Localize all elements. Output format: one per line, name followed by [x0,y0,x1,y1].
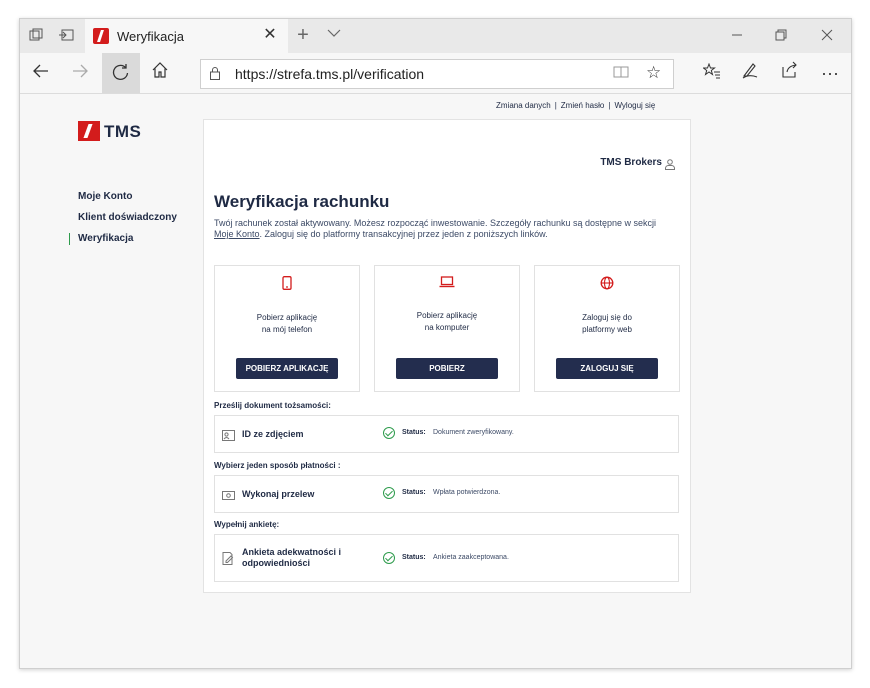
option-card-phone: Pobierz aplikację na mój telefon POBIERZ… [214,265,360,392]
share-icon[interactable] [778,61,802,85]
status-label: Status: [402,429,426,436]
notes-pen-icon[interactable] [738,61,762,85]
tms-favicon-icon [93,28,109,44]
description-text: Twój rachunek został aktywowany. Możesz … [214,218,657,228]
page-title: Weryfikacja rachunku [214,192,390,211]
tab-title: Weryfikacja [117,29,184,44]
sidebar-item-moje-konto[interactable]: Moje Konto [78,191,132,202]
status-row-survey: Ankieta adekwatności i odpowiedniości St… [214,534,679,582]
refresh-icon [112,63,130,86]
top-navigation: Zmiana danych | Zmień hasło | Wyloguj się [492,101,659,110]
verification-card: TMS Brokers Weryfikacja rachunku Twój ra… [203,119,691,593]
user-name[interactable]: TMS Brokers [600,157,662,168]
favorite-star-icon[interactable]: ☆ [646,63,661,83]
minimize-icon[interactable] [728,27,746,45]
option-card-web: Zaloguj się do platformy web ZALOGUJ SIĘ [534,265,680,392]
login-web-platform-button[interactable]: ZALOGUJ SIĘ [556,358,658,379]
home-icon[interactable] [148,61,172,85]
check-circle-icon [383,487,395,499]
check-circle-icon [383,427,395,439]
download-desktop-app-button[interactable]: POBIERZ [396,358,498,379]
description-text-end: . Zaloguj się do platformy transakcyjnej… [259,229,548,239]
section-label-payment: Wybierz jeden sposób płatności : [214,461,341,470]
brand-name: TMS [104,122,142,141]
status-label: Status: [402,554,426,561]
link-zmiana-danych[interactable]: Zmiana danych [496,101,551,110]
download-mobile-app-button[interactable]: POBIERZ APLIKACJĘ [236,358,338,379]
option-text-line2: platformy web [582,325,632,334]
more-menu-icon[interactable]: ··· [818,61,842,85]
status-value: Dokument zweryfikowany. [433,429,514,436]
phone-icon [279,276,295,292]
page-description: Twój rachunek został aktywowany. Możesz … [214,218,664,240]
lock-icon [210,66,220,80]
refresh-button[interactable] [102,53,140,93]
option-text-line2: na mój telefon [261,325,313,334]
divider: | [554,101,557,110]
new-tab-icon[interactable]: + [292,25,314,47]
sidebar-item-klient-doswiadczony[interactable]: Klient doświadczony [78,212,177,223]
option-card-computer: Pobierz aplikację na komputer POBIERZ [374,265,520,392]
option-text-line2: na komputer [424,323,470,332]
url-text: https://strefa.tms.pl/verification [235,66,425,82]
link-zmien-haslo[interactable]: Zmień hasło [561,101,605,110]
laptop-icon [439,276,455,292]
row-title: Ankieta adekwatności i [242,547,342,557]
title-bar: Weryfikacja ✕ + [20,19,851,53]
status-label: Status: [402,489,426,496]
web-page: Zmiana danych | Zmień hasło | Wyloguj się TM… [20,94,851,668]
tab-list-icon[interactable] [28,28,44,44]
sidebar-item-weryfikacja[interactable]: Weryfikacja [68,233,133,245]
navigation-bar: https://strefa.tms.pl/verification ☆ ··· [20,53,851,94]
user-icon[interactable] [665,157,675,170]
status-value: Wpłata potwierdzona. [433,489,501,496]
address-bar[interactable]: https://strefa.tms.pl/verification ☆ [200,59,674,89]
divider: | [608,101,611,110]
moje-konto-link[interactable]: Moje Konto [214,229,260,239]
back-icon[interactable] [29,61,53,85]
tms-logo-mark-icon [78,121,100,141]
favorites-icon[interactable] [700,61,724,85]
globe-icon [599,276,615,292]
status-row-payment: Wykonaj przelew Status: Wpłata potwierdz… [214,475,679,513]
chevron-down-icon[interactable] [325,27,343,45]
survey-edit-icon [222,552,234,565]
close-tab-icon[interactable]: ✕ [261,26,279,44]
row-title: Wykonaj przelew [242,489,315,499]
status-row-identity: ID ze zdjęciem Status: Dokument zweryfik… [214,415,679,453]
id-card-icon [222,428,235,441]
status-value: Ankieta zaakceptowana. [433,554,509,561]
option-text-line1: Pobierz aplikację [256,313,318,322]
restore-icon[interactable] [772,27,790,45]
tab-weryfikacja[interactable]: Weryfikacja ✕ [85,19,288,53]
section-label-identity: Prześlij dokument tożsamości: [214,401,331,410]
set-tabs-aside-icon[interactable] [58,28,74,44]
check-circle-icon [383,552,395,564]
reading-view-icon[interactable] [613,65,629,82]
section-label-survey: Wypełnij ankietę: [214,520,280,529]
close-window-icon[interactable] [818,27,836,45]
row-title: ID ze zdjęciem [242,429,304,439]
row-title-line2: odpowiedniości [242,558,311,568]
option-text-line1: Pobierz aplikację [416,311,478,320]
link-wyloguj[interactable]: Wyloguj się [614,101,655,110]
forward-icon[interactable] [68,61,92,85]
option-text-line1: Zaloguj się do [582,313,632,322]
money-transfer-icon [222,488,235,500]
browser-window: Weryfikacja ✕ + https://strefa.tms.pl/ve… [19,18,852,669]
